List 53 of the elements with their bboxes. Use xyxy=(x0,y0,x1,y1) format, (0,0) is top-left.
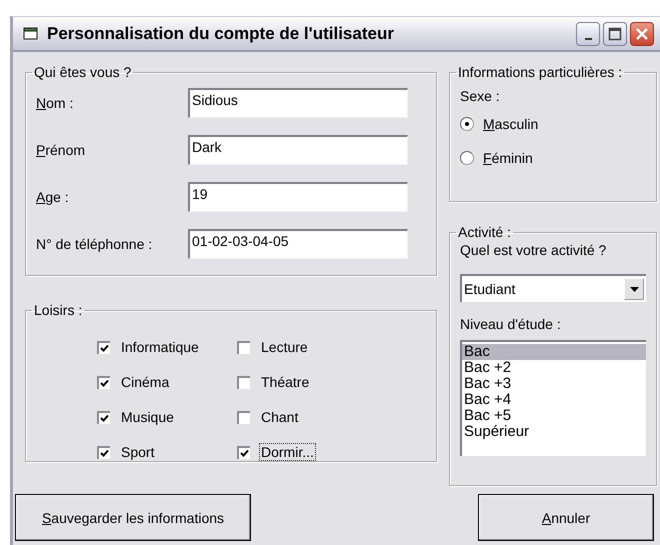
text-field[interactable]: 01-02-03-04-05 xyxy=(188,229,408,259)
checkbox[interactable] xyxy=(237,410,250,424)
checkbox-label[interactable]: Théatre xyxy=(259,373,312,391)
radio-button[interactable] xyxy=(460,151,474,165)
checkbox-label[interactable]: Lecture xyxy=(259,338,310,356)
checkbox[interactable] xyxy=(237,376,250,388)
text-field[interactable]: 19 xyxy=(188,182,408,212)
list-item[interactable]: Bac +4 xyxy=(462,392,646,408)
group-label: Qui êtes vous ? xyxy=(33,64,132,80)
checkbox[interactable] xyxy=(97,376,110,388)
checkbox-label[interactable]: Chant xyxy=(259,408,300,426)
radio-button[interactable] xyxy=(460,117,474,131)
group-label: Activité : xyxy=(457,224,512,240)
field-label: Prénom xyxy=(36,142,86,158)
checkbox-label[interactable]: Dormir... xyxy=(259,443,316,461)
minimize-button[interactable] xyxy=(576,22,600,46)
field-label: Age : xyxy=(36,189,70,205)
text-field[interactable]: Dark xyxy=(188,135,408,165)
checkbox[interactable] xyxy=(97,340,110,354)
group-label: Informations particulières : xyxy=(457,64,624,80)
checkbox[interactable] xyxy=(237,446,250,458)
group-label: Loisirs : xyxy=(33,302,84,318)
maximize-icon xyxy=(608,26,622,40)
save-button[interactable]: Sauvegarder les informations xyxy=(15,494,251,541)
list-item[interactable]: Bac xyxy=(462,344,646,360)
checkbox[interactable] xyxy=(97,410,110,424)
close-button[interactable] xyxy=(630,22,654,46)
list-item[interactable]: Bac +2 xyxy=(462,360,646,376)
list-item[interactable]: Bac +5 xyxy=(462,408,646,424)
checkbox-label[interactable]: Informatique xyxy=(119,338,201,356)
field-label: Nom : xyxy=(36,95,74,111)
study-level-list[interactable]: Bac Bac +2 Bac +3 Bac +4 Bac +5 Supérieur xyxy=(460,340,646,456)
window-icon xyxy=(23,26,39,40)
radio-label[interactable]: Féminin xyxy=(483,150,533,166)
activity-dropdown[interactable]: Etudiant xyxy=(460,274,646,302)
checkbox-label[interactable]: Musique xyxy=(119,408,176,426)
text-field[interactable]: Sidious xyxy=(188,88,408,118)
study-level-label: Niveau d'étude : xyxy=(460,315,562,332)
maximize-button[interactable] xyxy=(603,22,627,46)
window-title: Personnalisation du compte de l'utilisateur xyxy=(47,24,395,44)
cancel-button[interactable]: Annuler xyxy=(478,494,654,541)
list-item[interactable]: Supérieur xyxy=(462,424,646,440)
field-label: N° de téléphonne : xyxy=(36,236,154,252)
radio-label[interactable]: Masculin xyxy=(483,116,538,132)
checkbox[interactable] xyxy=(97,446,110,458)
checkbox-label[interactable]: Sport xyxy=(119,443,156,461)
checkbox[interactable] xyxy=(237,340,250,354)
activity-question: Quel est votre activité ? xyxy=(460,241,608,258)
sex-label: Sexe : xyxy=(460,87,501,104)
close-icon xyxy=(635,26,649,40)
checkbox-label[interactable]: Cinéma xyxy=(119,373,172,391)
list-item[interactable]: Bac +3 xyxy=(462,376,646,392)
minimize-icon xyxy=(584,38,592,40)
